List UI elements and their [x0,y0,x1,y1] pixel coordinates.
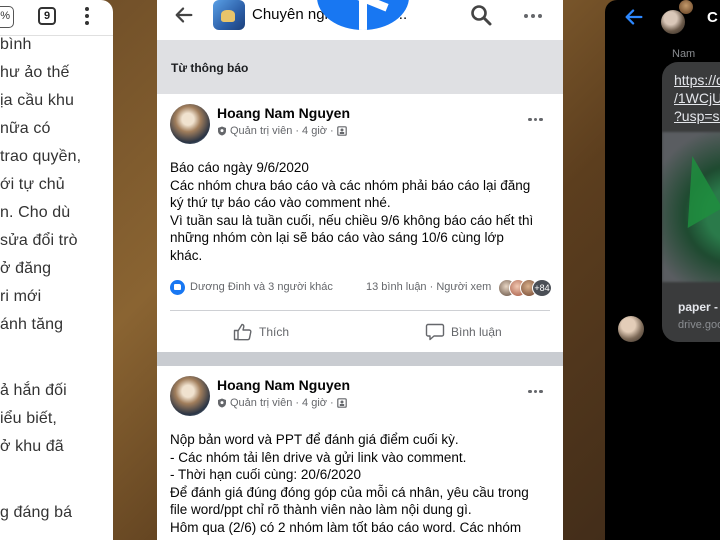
message-sender-name: Nam [672,48,696,60]
browser-card[interactable]: % 9 bình hư ảo thế ịa cầu khu nữa có tra… [0,0,113,540]
message-link-line[interactable]: /1WCjU4 [674,90,720,106]
post-body-line: - Các nhóm tải lên drive và gửi link vào… [170,449,467,465]
post-author[interactable]: Hoang Nam Nguyen [217,105,350,121]
admin-shield-icon [218,398,226,408]
post-body-line: - Thời hạn cuối cùng: 20/6/2020 [170,467,361,482]
post-body-line: những nhóm còn lại sẽ báo cáo vào sáng 1… [170,230,504,245]
viewer-avatars[interactable]: +84 [498,279,552,297]
like-button[interactable]: Thích [233,320,289,344]
article-line: ịa cầu khu [0,92,74,109]
comments-count[interactable]: 13 bình luận [366,281,427,293]
comments-viewers-text[interactable]: 13 bình luận · Người xem [366,281,491,293]
article-line: ánh tăng [0,316,64,333]
author-avatar[interactable] [170,376,210,416]
browser-menu-icon[interactable] [84,6,90,26]
article-line: bình [0,36,32,53]
announcements-section-header: Từ thông báo [157,40,563,94]
comment-button[interactable]: Bình luận [425,320,502,344]
post-body-line: Các nhóm chưa báo cáo và các nhóm phải b… [170,177,531,193]
link-preview-domain: drive.goog [678,319,720,331]
post-divider [170,310,550,311]
post-meta: Quản trị viên · 4 giờ · [217,124,347,138]
meta-separator: · [330,397,334,409]
post-time[interactable]: 4 giờ [302,125,327,137]
article-line: ở đăng [0,260,52,277]
post: Hoang Nam Nguyen Quản trị viên · 4 giờ ·… [157,94,563,352]
viewers-more-count: +84 [532,279,552,297]
like-label: Thích [259,325,290,339]
meta-separator: · [295,397,300,409]
search-icon[interactable] [469,3,493,27]
article-line: ở khu đã [0,438,64,455]
article-line: sửa đổi trò [0,232,78,249]
author-role: Quản trị viên [230,397,293,409]
post-body-line: Hôm qua (2/6) có 2 nhóm làm tốt báo cáo … [170,519,522,535]
facebook-group-card[interactable]: Chuyên ngh... công n... Từ thông báo Hoa… [157,0,563,540]
post-body-line: Nộp bản word và PPT để đánh giá điểm cuố… [170,432,459,447]
article-line: nữa có [0,120,51,137]
messenger-card[interactable]: C Nam https://d /1WCjU4 ?usp=sh paper - … [605,0,720,540]
viewers-label[interactable]: Người xem [436,281,491,293]
tab-switcher-button[interactable]: 9 [38,7,56,25]
post-body-line: file word/ppt chỉ rõ thành viên nào làm … [170,502,472,517]
article-line: trao quyền, [0,148,82,165]
author-avatar[interactable] [170,104,210,144]
link-preview-title: paper - G [678,300,720,314]
link-message-bubble[interactable]: https://d /1WCjU4 ?usp=sh paper - G driv… [662,62,720,342]
post-time[interactable]: 4 giờ [302,397,327,409]
section-label: Từ thông báo [171,61,249,75]
message-link-line[interactable]: ?usp=sh [674,108,720,124]
feed-separator [157,352,563,366]
article-line: ri mới [0,288,42,305]
group-privacy-icon [336,398,347,408]
post-meta: Quản trị viên · 4 giờ · [217,396,347,410]
like-reaction-icon [170,280,185,295]
reactors-text[interactable]: Dương Đinh và 3 người khác [190,281,333,293]
post-options-icon[interactable] [527,108,545,121]
admin-shield-icon [218,126,226,136]
post-body-line: ký thứ tự báo cáo vào comment nhé. [170,195,391,210]
comment-bubble-icon [425,323,445,341]
meta-separator: · [330,125,334,137]
article-line: ới tự chủ [0,176,65,193]
reactions-summary[interactable]: Dương Đinh và 3 người khác 13 bình luận … [170,279,552,297]
article-line: hư ảo thế [0,64,70,81]
more-options-icon[interactable] [522,5,546,25]
browser-toolbar: % 9 [0,0,113,36]
group-avatar[interactable] [213,0,245,30]
post-body-line: Báo cáo ngày 9/6/2020 [170,160,309,175]
contact-avatar[interactable] [661,10,685,34]
post-body-line: khác. [170,247,203,263]
sender-avatar [618,316,644,342]
post-author[interactable]: Hoang Nam Nguyen [217,377,350,393]
conversation-title[interactable]: C [707,9,718,26]
article-line: g đáng bá [0,504,73,521]
post-body-line: Để đánh giá đúng đóng góp của mỗi cá nhâ… [170,484,529,500]
post-body: Báo cáo ngày 9/6/2020 Các nhóm chưa báo … [170,159,550,264]
zoom-indicator[interactable]: % [0,6,14,28]
thumbs-up-icon [233,323,252,341]
article-line: iểu biết, [0,410,57,427]
message-link-line[interactable]: https://d [674,72,720,88]
post-options-icon[interactable] [527,380,545,393]
group-privacy-icon [336,126,347,136]
meta-separator: · [295,125,300,137]
contact-avatar-secondary [679,0,693,14]
post: Hoang Nam Nguyen Quản trị viên · 4 giờ ·… [157,366,563,540]
back-arrow-icon[interactable] [173,4,195,26]
post-body: Nộp bản word và PPT để đánh giá điểm cuố… [170,431,550,536]
author-role: Quản trị viên [230,125,293,137]
article-line: n. Cho dù [0,204,71,221]
article-line: ả hắn đối [0,382,67,399]
comment-label: Bình luận [451,325,502,339]
back-arrow-icon[interactable] [623,6,645,28]
post-body-line: Vì tuần sau là tuần cuối, nếu chiều 9/6 … [170,212,534,228]
